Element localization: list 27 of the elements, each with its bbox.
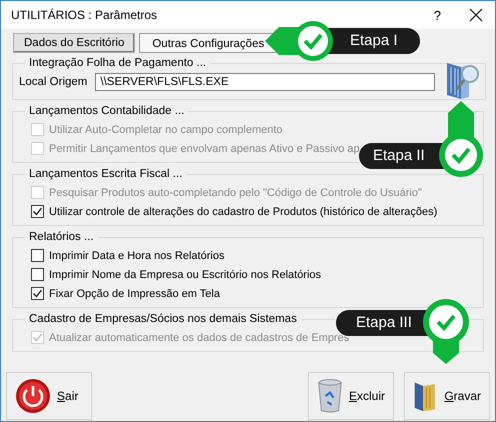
option-label: Imprimir Data e Hora nos Relatórios xyxy=(49,250,224,262)
window-title: UTILITÁRIOS : Parâmetros xyxy=(11,8,158,22)
group-title: Lançamentos Contabilidade ... xyxy=(28,105,186,117)
delete-button[interactable]: Excluir xyxy=(308,372,394,420)
checkbox[interactable] xyxy=(31,268,44,281)
option-label: Imprimir Nome da Empresa ou Escritório nos Relatórios xyxy=(49,268,322,280)
path-field[interactable]: \\SERVER\FLS\FLS.EXE xyxy=(95,73,436,91)
checkbox[interactable] xyxy=(31,249,44,262)
group-title: Relatórios ... xyxy=(28,231,95,243)
tab[interactable]: Outras Configurações xyxy=(139,33,278,53)
checkbox[interactable] xyxy=(31,287,44,300)
option-label: Utilizar controle de alterações do cadastro de Produtos (histórico de alterações) xyxy=(49,206,438,218)
field-label: Local Origem xyxy=(19,76,88,88)
save-button[interactable]: Gravar xyxy=(404,372,490,420)
help-button[interactable]: ? xyxy=(434,8,441,22)
close-icon[interactable] xyxy=(469,8,483,22)
tab[interactable]: Dados do Escritório xyxy=(13,33,136,53)
group-title: Cadastro de Empresas/Sócios nos demais Sistemas xyxy=(28,313,298,325)
option-label: Utilizar Auto-Completar no campo complemento xyxy=(49,124,283,136)
option-label: Pesquisar Produtos auto-completando pelo "Código de Controle do Usuário" xyxy=(49,186,422,198)
exit-button[interactable]: Sair xyxy=(6,372,92,420)
option-label: Permitir Lançamentos que envolvam apenas Ativo e Passivo ap xyxy=(49,142,360,154)
checkbox[interactable] xyxy=(31,205,44,218)
option-label: Fixar Opção de Impressão em Tela xyxy=(49,288,220,300)
power-icon xyxy=(15,378,51,414)
group-title: Lançamentos Escrita Fiscal ... xyxy=(28,168,184,180)
group-title: Integração Folha de Pagamento ... xyxy=(28,57,208,69)
